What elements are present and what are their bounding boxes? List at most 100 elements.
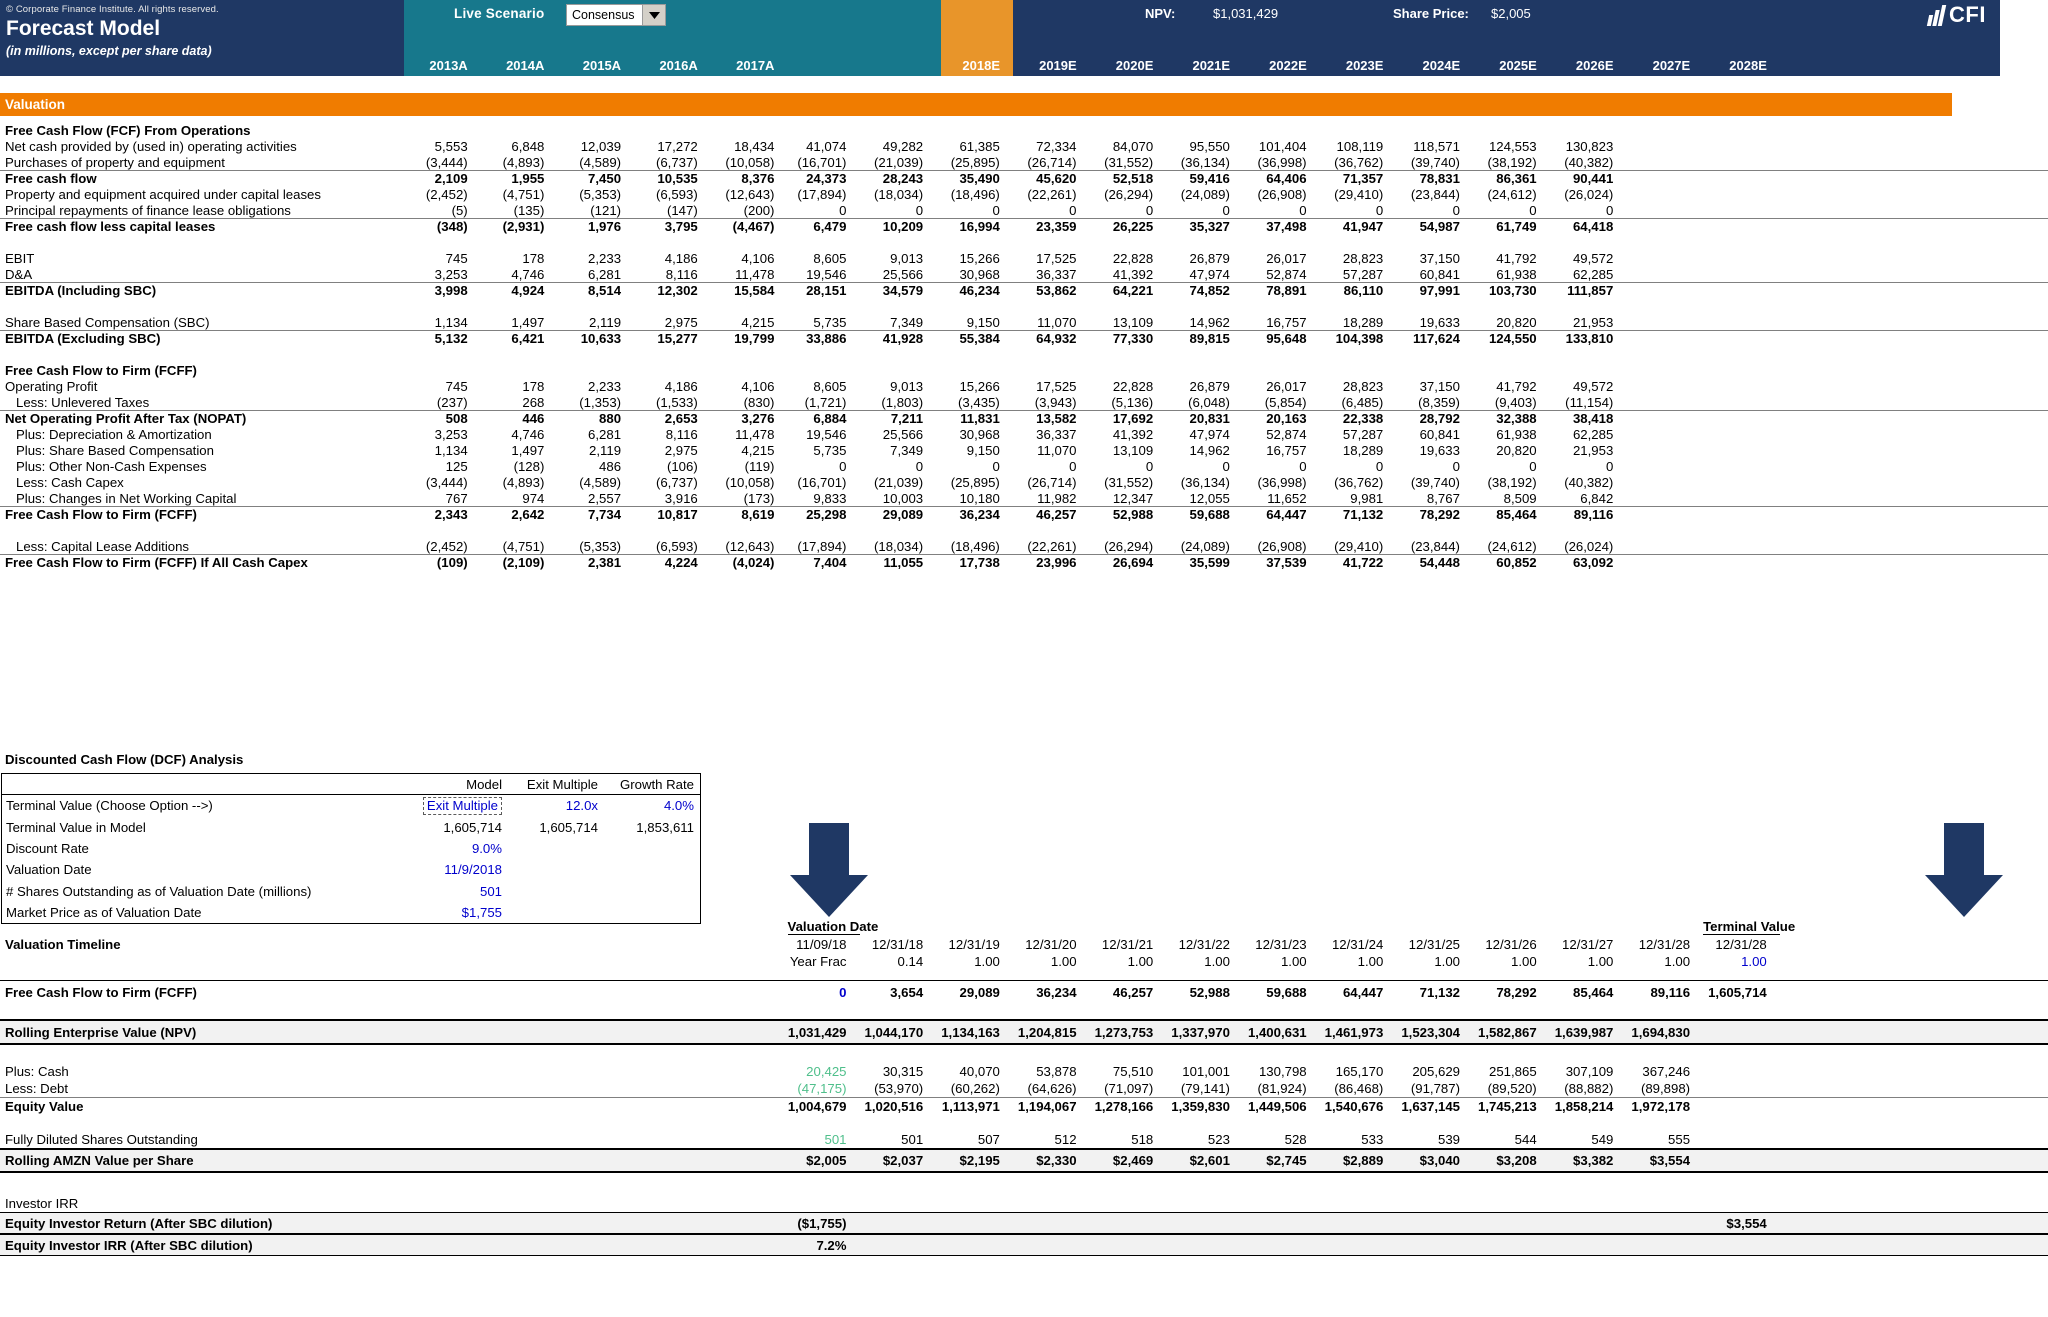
shares-cell[interactable]: 501 (860, 1132, 937, 1147)
value-cell[interactable]: 0 (1166, 459, 1243, 474)
value-cell[interactable]: 20,831 (1166, 411, 1243, 426)
value-cell[interactable]: 6,848 (481, 139, 558, 154)
value-cell[interactable]: 74,852 (1166, 283, 1243, 298)
value-cell[interactable]: 57,287 (1320, 267, 1397, 282)
value-cell[interactable]: 5,735 (787, 443, 859, 458)
value-cell[interactable]: 111,857 (1550, 283, 1627, 298)
value-cell[interactable]: 0 (1550, 203, 1627, 218)
value-cell[interactable]: 745 (404, 251, 481, 266)
value-cell[interactable]: 60,852 (1473, 555, 1550, 570)
value-cell[interactable]: (22,261) (1013, 539, 1090, 554)
value-cell[interactable]: (6,593) (634, 187, 711, 202)
value-cell[interactable]: (26,908) (1243, 539, 1320, 554)
value-cell[interactable]: 61,938 (1473, 267, 1550, 282)
value-cell[interactable]: 880 (557, 411, 634, 426)
rolling-ev-cell[interactable]: 1,337,970 (1166, 1025, 1243, 1040)
value-cell[interactable]: (36,762) (1320, 155, 1397, 170)
value-cell[interactable]: 90,441 (1550, 171, 1627, 186)
value-cell[interactable]: 59,688 (1166, 507, 1243, 522)
value-cell[interactable]: (26,908) (1243, 187, 1320, 202)
value-cell[interactable]: 0 (1320, 203, 1397, 218)
timeline-date-cell[interactable]: 12/31/27 (1550, 937, 1627, 952)
value-cell[interactable]: 38,418 (1550, 411, 1627, 426)
value-cell[interactable]: 103,730 (1473, 283, 1550, 298)
value-cell[interactable]: 47,974 (1166, 267, 1243, 282)
plus-cash-cell[interactable]: 20,425 (788, 1064, 860, 1079)
dcf-model-cell[interactable]: 9.0% (412, 841, 508, 856)
value-cell[interactable]: 11,982 (1013, 491, 1090, 506)
value-cell[interactable]: (6,737) (634, 475, 711, 490)
value-cell[interactable]: 0 (1396, 459, 1473, 474)
value-cell[interactable]: 7,349 (859, 315, 936, 330)
value-cell[interactable]: 8,605 (787, 379, 859, 394)
value-cell[interactable]: 108,119 (1320, 139, 1397, 154)
value-cell[interactable]: 95,550 (1166, 139, 1243, 154)
year-frac-cell[interactable]: 1.00 (1013, 954, 1090, 969)
value-per-share-cell[interactable]: $2,469 (1090, 1153, 1167, 1168)
value-cell[interactable]: 85,464 (1473, 507, 1550, 522)
value-cell[interactable]: 23,359 (1013, 219, 1090, 234)
equity-value-cell[interactable]: 1,858,214 (1550, 1099, 1627, 1114)
value-cell[interactable]: 130,823 (1550, 139, 1627, 154)
value-cell[interactable]: 19,546 (787, 427, 859, 442)
value-cell[interactable]: 0 (1013, 203, 1090, 218)
value-cell[interactable]: 117,624 (1396, 331, 1473, 346)
value-cell[interactable]: (1,803) (859, 395, 936, 410)
value-cell[interactable]: 8,605 (787, 251, 859, 266)
plus-cash-cell[interactable]: 40,070 (936, 1064, 1013, 1079)
value-cell[interactable]: 17,525 (1013, 379, 1090, 394)
value-cell[interactable]: 63,092 (1550, 555, 1627, 570)
shares-cell[interactable]: 507 (936, 1132, 1013, 1147)
value-cell[interactable]: 8,767 (1396, 491, 1473, 506)
value-per-share-cell[interactable]: $2,195 (936, 1153, 1013, 1168)
value-cell[interactable]: 124,553 (1473, 139, 1550, 154)
value-cell[interactable]: 745 (404, 379, 481, 394)
value-cell[interactable]: 33,886 (787, 331, 859, 346)
value-cell[interactable]: (22,261) (1013, 187, 1090, 202)
value-cell[interactable]: (2,109) (481, 555, 558, 570)
timeline-date-cell[interactable]: 12/31/25 (1396, 937, 1473, 952)
value-cell[interactable]: 35,327 (1166, 219, 1243, 234)
value-cell[interactable]: 7,211 (859, 411, 936, 426)
value-cell[interactable]: (121) (557, 203, 634, 218)
value-cell[interactable]: (29,410) (1320, 187, 1397, 202)
value-cell[interactable]: 0 (859, 203, 936, 218)
valuation-fcff-cell[interactable]: 64,447 (1320, 985, 1397, 1000)
value-cell[interactable]: (26,024) (1550, 539, 1627, 554)
dcf-model-cell[interactable]: Exit Multiple (412, 796, 508, 815)
value-cell[interactable]: 37,539 (1243, 555, 1320, 570)
valuation-fcff-cell[interactable]: 0 (788, 985, 860, 1000)
value-cell[interactable]: 5,132 (404, 331, 481, 346)
value-cell[interactable]: (18,496) (936, 539, 1013, 554)
value-cell[interactable]: (26,294) (1090, 187, 1167, 202)
less-debt-cell[interactable]: (81,924) (1243, 1081, 1320, 1096)
equity-value-cell[interactable]: 1,020,516 (860, 1099, 937, 1114)
timeline-date-cell[interactable]: 12/31/26 (1473, 937, 1550, 952)
value-cell[interactable]: 4,924 (481, 283, 558, 298)
value-cell[interactable]: 10,209 (859, 219, 936, 234)
value-cell[interactable]: 41,074 (787, 139, 859, 154)
equity-value-cell[interactable]: 1,194,067 (1013, 1099, 1090, 1114)
value-cell[interactable]: 60,841 (1396, 267, 1473, 282)
value-cell[interactable]: 0 (1320, 459, 1397, 474)
value-cell[interactable]: 18,289 (1320, 443, 1397, 458)
value-cell[interactable]: 3,916 (634, 491, 711, 506)
value-cell[interactable]: 3,795 (634, 219, 711, 234)
value-cell[interactable]: (2,931) (481, 219, 558, 234)
value-cell[interactable]: 52,874 (1243, 427, 1320, 442)
value-cell[interactable]: (6,737) (634, 155, 711, 170)
value-cell[interactable]: (24,089) (1166, 539, 1243, 554)
year-frac-cell[interactable]: 1.00 (1320, 954, 1397, 969)
value-cell[interactable]: 8,619 (711, 507, 788, 522)
value-cell[interactable]: 37,150 (1396, 251, 1473, 266)
value-cell[interactable]: 16,757 (1243, 315, 1320, 330)
value-cell[interactable]: 4,746 (481, 267, 558, 282)
shares-cell[interactable]: 501 (788, 1132, 860, 1147)
value-cell[interactable]: (18,496) (936, 187, 1013, 202)
value-cell[interactable]: (11,154) (1550, 395, 1627, 410)
value-cell[interactable]: (8,359) (1396, 395, 1473, 410)
equity-value-cell[interactable]: 1,637,145 (1396, 1099, 1473, 1114)
timeline-date-cell[interactable]: 12/31/23 (1243, 937, 1320, 952)
valuation-fcff-cell[interactable]: 78,292 (1473, 985, 1550, 1000)
value-cell[interactable]: 30,968 (936, 267, 1013, 282)
